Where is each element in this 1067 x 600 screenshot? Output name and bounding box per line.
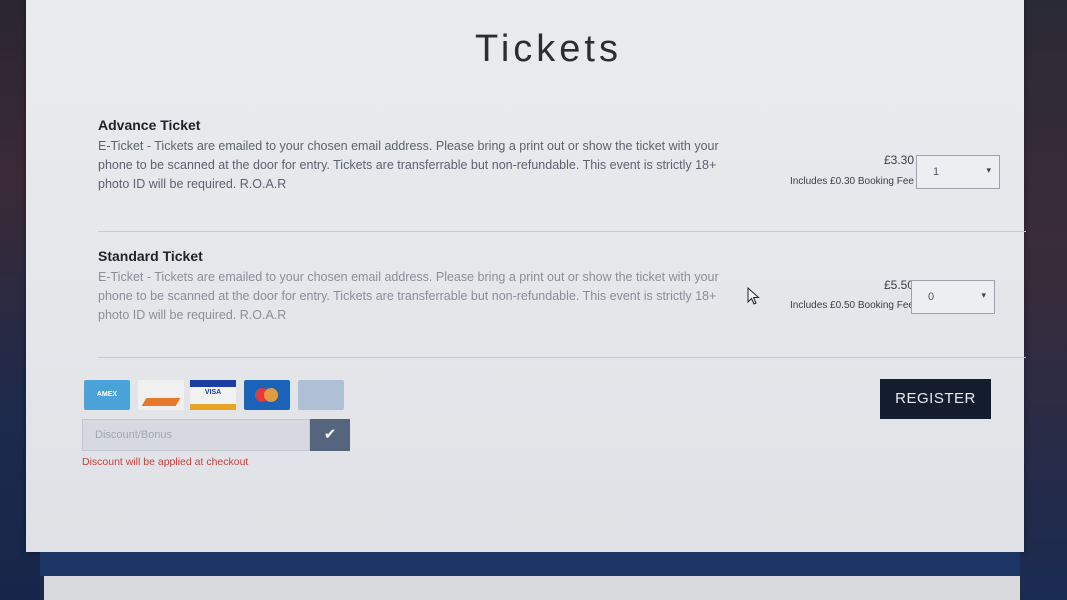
quantity-select-standard[interactable]: 0 ▾ <box>911 280 995 314</box>
amex-card-icon: AMEX <box>84 380 130 410</box>
tickets-panel: Tickets Advance Ticket E-Ticket - Ticket… <box>26 0 1026 552</box>
divider <box>98 231 1026 232</box>
mouse-cursor-icon <box>747 287 760 305</box>
chevron-down-icon: ▾ <box>986 165 991 175</box>
quantity-value: 1 <box>933 166 940 178</box>
register-button[interactable]: REGISTER <box>880 379 991 419</box>
ticket-description: E-Ticket - Tickets are emailed to your c… <box>98 139 719 191</box>
ticket-description: E-Ticket - Tickets are emailed to your c… <box>98 270 719 322</box>
check-icon[interactable]: ✔ <box>310 419 350 451</box>
divider <box>98 357 1026 358</box>
quantity-value: 0 <box>928 291 935 303</box>
maestro-card-icon <box>138 380 184 410</box>
quantity-select-advance[interactable]: 1 ▾ <box>916 155 1000 189</box>
booking-fee-note: Includes £0.30 Booking Fee <box>790 176 914 187</box>
mastercard-card-icon <box>244 380 290 410</box>
ticket-name: Standard Ticket <box>98 248 203 264</box>
booking-fee-note: Includes £0.50 Booking Fee <box>790 300 914 311</box>
generic-card-icon <box>298 380 344 410</box>
footer-band <box>40 552 1020 576</box>
visa-card-icon: VISA <box>190 380 236 410</box>
discount-code-input[interactable]: Discount/Bonus <box>82 419 310 451</box>
discount-note: Discount will be applied at checkout <box>82 456 249 468</box>
page-title: Tickets <box>475 28 622 70</box>
chevron-down-icon: ▾ <box>981 290 986 300</box>
ticket-price: £5.50 <box>883 278 914 292</box>
next-section-panel <box>44 576 1020 600</box>
ticket-name: Advance Ticket <box>98 117 201 133</box>
ticket-price: £3.30 <box>883 153 914 167</box>
